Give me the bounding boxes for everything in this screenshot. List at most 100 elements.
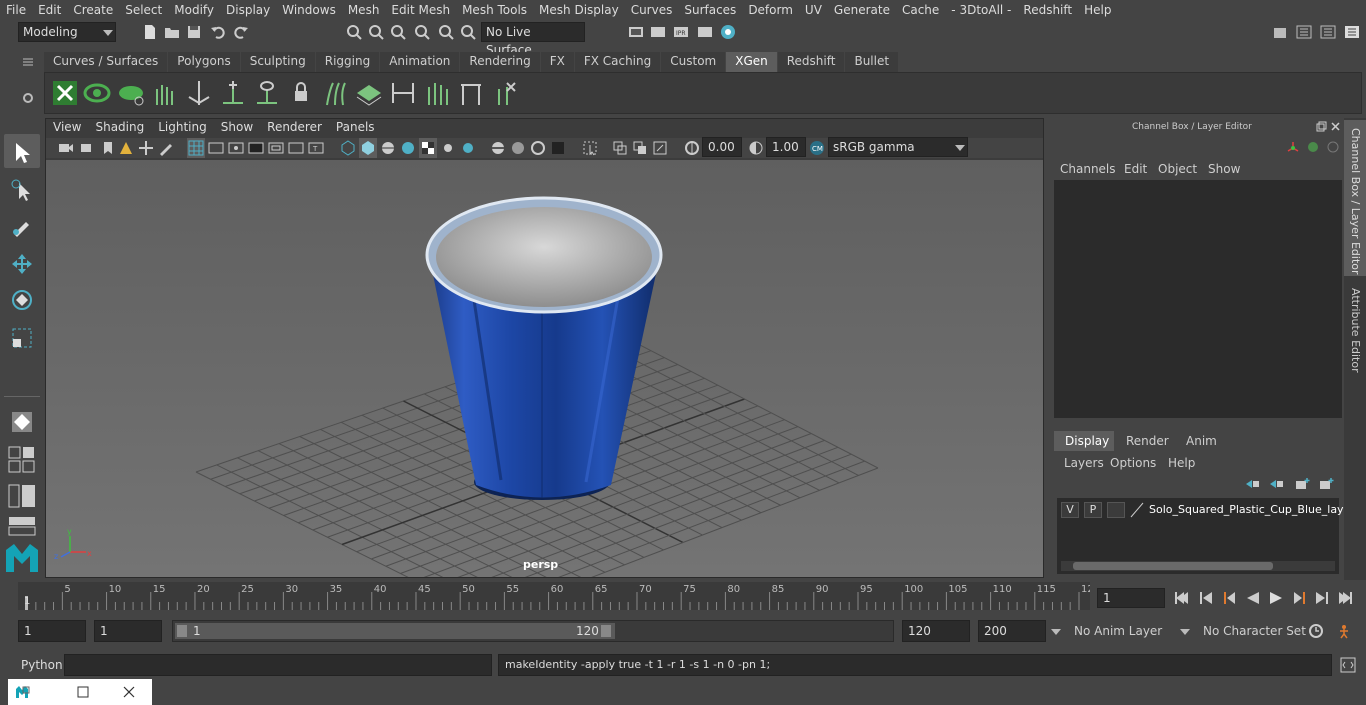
range-slider-track[interactable]: 1 120	[172, 620, 894, 642]
layout-four-view-icon[interactable]	[8, 446, 36, 474]
new-layer-selected-icon[interactable]	[1318, 477, 1334, 491]
camera-attributes-icon[interactable]	[80, 140, 96, 156]
menu-edit[interactable]: Edit	[32, 3, 67, 17]
motion-blur-icon[interactable]	[510, 140, 526, 156]
safe-title-icon[interactable]: T	[308, 140, 324, 156]
tool-settings-toggle-icon[interactable]	[1320, 24, 1336, 40]
shelf-tab-fx[interactable]: FX	[540, 52, 574, 72]
go-to-end-icon[interactable]	[1337, 590, 1353, 606]
checker-icon[interactable]	[420, 140, 436, 156]
script-editor-icon[interactable]	[1340, 657, 1356, 673]
snap-surface-icon[interactable]	[438, 24, 454, 40]
camera-select-icon[interactable]	[58, 140, 74, 156]
layout-timeline-icon[interactable]	[8, 516, 36, 536]
grid-icon[interactable]	[188, 140, 204, 156]
step-forward-key-icon[interactable]	[1292, 590, 1308, 606]
gate-mask-icon[interactable]	[248, 140, 264, 156]
xgen-sculpt-guide-icon[interactable]	[253, 79, 281, 107]
save-scene-icon[interactable]	[186, 24, 202, 40]
channels-menu-show[interactable]: Show	[1208, 162, 1240, 176]
select-tool-icon[interactable]	[10, 140, 34, 164]
playback-end-field[interactable]: 120	[902, 620, 970, 642]
render-frame-icon[interactable]	[628, 24, 644, 40]
move-layer-up-icon[interactable]	[1244, 477, 1260, 491]
xgen-preview-icon[interactable]	[83, 79, 111, 107]
current-frame-field[interactable]: 1	[1097, 588, 1165, 608]
smooth-shade-icon[interactable]	[360, 140, 376, 156]
anim-layer-dropdown[interactable]: No Anim Layer	[1074, 624, 1162, 638]
shelf-tab-bullet[interactable]: Bullet	[845, 52, 899, 72]
layer-tab-render[interactable]: Render	[1126, 434, 1169, 448]
channels-menu-object[interactable]: Object	[1158, 162, 1197, 176]
xgen-bend-icon[interactable]	[423, 79, 451, 107]
layer-name[interactable]: Solo_Squared_Plastic_Cup_Blue_layer	[1149, 503, 1355, 516]
channel-box-toggle-icon[interactable]	[1344, 24, 1360, 40]
xgen-move-guide-icon[interactable]	[389, 79, 417, 107]
hypershade-icon[interactable]	[720, 24, 736, 40]
command-input[interactable]	[64, 654, 492, 676]
command-language-label[interactable]: Python	[21, 658, 63, 672]
color-space-dropdown[interactable]: sRGB gamma	[828, 137, 968, 157]
viewport-menu-view[interactable]: View	[46, 120, 88, 138]
workspace-icon[interactable]	[1272, 24, 1288, 40]
layer-scrollbar-thumb[interactable]	[1073, 562, 1273, 570]
viewport-menu-panels[interactable]: Panels	[329, 120, 382, 138]
render-sequence-icon[interactable]	[650, 24, 666, 40]
xray-icon[interactable]	[612, 140, 628, 156]
menu-windows[interactable]: Windows	[276, 3, 342, 17]
xgen-guide-curves-icon[interactable]	[321, 79, 349, 107]
shelf-settings-icon[interactable]	[22, 92, 34, 104]
shelf-tab-curves-surfaces[interactable]: Curves / Surfaces	[44, 52, 168, 72]
snap-point-icon[interactable]	[390, 24, 406, 40]
viewport-menu-shading[interactable]: Shading	[88, 120, 151, 138]
bookmark-icon[interactable]	[100, 140, 116, 156]
playback-start-field[interactable]: 1	[94, 620, 162, 642]
menu-help[interactable]: Help	[1078, 3, 1117, 17]
chevron-down-icon[interactable]	[1180, 629, 1190, 635]
ambient-occlusion-icon[interactable]	[490, 140, 506, 156]
shelf-tab-fx-caching[interactable]: FX Caching	[574, 52, 661, 72]
shadows-icon[interactable]	[460, 140, 476, 156]
menu-surfaces[interactable]: Surfaces	[678, 3, 742, 17]
paint-select-tool-icon[interactable]	[10, 214, 34, 238]
hyper-icon[interactable]	[1326, 140, 1340, 154]
resolution-gate-icon[interactable]	[228, 140, 244, 156]
step-back-icon[interactable]	[1198, 590, 1214, 606]
textured-icon[interactable]	[400, 140, 416, 156]
shelf-tab-xgen[interactable]: XGen	[726, 52, 777, 72]
snap-curve-icon[interactable]	[368, 24, 384, 40]
layer-playback-toggle[interactable]: P	[1084, 502, 1102, 518]
menu-mesh-tools[interactable]: Mesh Tools	[456, 3, 533, 17]
xgen-density-icon[interactable]	[355, 79, 383, 107]
exposure-icon[interactable]	[684, 140, 700, 156]
isolate-select-icon[interactable]	[582, 140, 598, 156]
move-tool-icon[interactable]	[10, 252, 34, 276]
snap-edge-icon[interactable]	[460, 24, 476, 40]
menu-file[interactable]: File	[0, 3, 32, 17]
shelf-tab-sculpting[interactable]: Sculpting	[240, 52, 315, 72]
xgen-add-guide-icon[interactable]	[219, 79, 247, 107]
close-icon[interactable]	[121, 684, 137, 700]
wireframe-icon[interactable]	[340, 140, 356, 156]
lasso-tool-icon[interactable]	[10, 178, 34, 202]
scene-start-field[interactable]: 1	[18, 620, 86, 642]
image-plane-icon[interactable]	[118, 140, 134, 156]
xgen-leaf-icon[interactable]	[117, 79, 145, 107]
snap-grid-icon[interactable]	[346, 24, 362, 40]
safe-action-icon[interactable]	[288, 140, 304, 156]
depth-of-field-icon[interactable]	[550, 140, 566, 156]
speed-icon[interactable]	[1306, 140, 1320, 154]
layers-menu-help[interactable]: Help	[1168, 456, 1195, 470]
live-surface-field[interactable]: No Live Surface	[481, 22, 585, 57]
scene-end-field[interactable]: 200	[978, 620, 1046, 642]
step-back-key-icon[interactable]	[1221, 590, 1237, 606]
rotate-tool-icon[interactable]	[10, 288, 34, 312]
layer-display-type-toggle[interactable]	[1107, 502, 1125, 518]
gamma-field[interactable]: 1.00	[766, 137, 806, 157]
menu-select[interactable]: Select	[119, 3, 168, 17]
shelf-tab-redshift[interactable]: Redshift	[777, 52, 845, 72]
multisample-aa-icon[interactable]	[530, 140, 546, 156]
menu-display[interactable]: Display	[220, 3, 276, 17]
exposure-field[interactable]: 0.00	[702, 137, 742, 157]
snap-view-icon[interactable]	[414, 24, 430, 40]
